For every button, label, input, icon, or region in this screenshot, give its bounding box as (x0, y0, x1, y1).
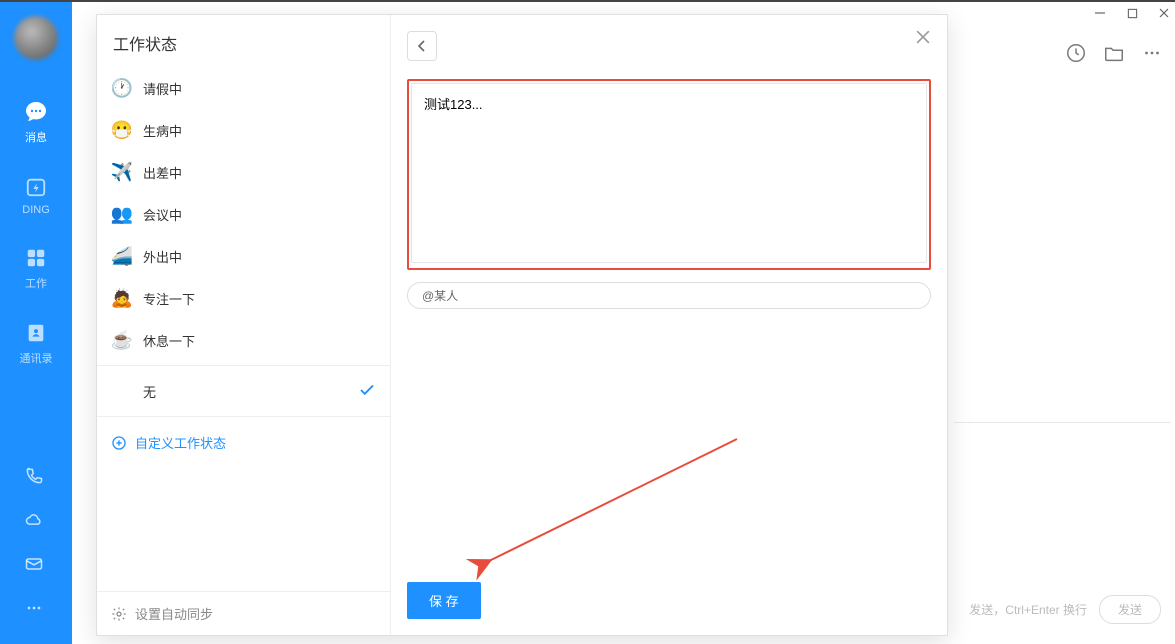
history-icon[interactable] (1065, 42, 1087, 64)
nav-ding[interactable]: DING (0, 165, 72, 236)
chat-divider (954, 422, 1171, 423)
main-area: 发送，Ctrl+Enter 换行 发送 工作状态 🕐 请假中 😷 生病中 (72, 2, 1175, 644)
kebab-icon[interactable] (1141, 42, 1163, 64)
status-item-sick[interactable]: 😷 生病中 (97, 109, 390, 151)
modal-left-panel: 工作状态 🕐 请假中 😷 生病中 ✈️ 出差中 👥 (97, 15, 391, 635)
address-book-icon (24, 321, 48, 345)
status-label: 生病中 (143, 121, 376, 140)
annotation-arrow-icon (407, 309, 927, 589)
status-item-rest[interactable]: ☕ 休息一下 (97, 319, 390, 361)
status-label: 休息一下 (143, 331, 376, 350)
airplane-icon: ✈️ (111, 161, 133, 183)
cloud-icon[interactable] (24, 510, 48, 534)
spacer (407, 309, 931, 582)
work-status-modal: 工作状态 🕐 请假中 😷 生病中 ✈️ 出差中 👥 (96, 14, 948, 636)
modal-title: 工作状态 (97, 15, 390, 67)
back-button[interactable] (407, 31, 437, 61)
status-label: 专注一下 (143, 289, 376, 308)
coffee-icon: ☕ (111, 329, 133, 351)
status-item-leave[interactable]: 🕐 请假中 (97, 67, 390, 109)
app-root: 消息 DING 工作 通讯录 (0, 0, 1175, 644)
divider (97, 416, 390, 417)
people-icon: 👥 (111, 203, 133, 225)
status-text-input[interactable] (411, 83, 927, 263)
empty-icon (111, 380, 133, 402)
calendar-bolt-icon (24, 175, 48, 199)
nav-label: 通讯录 (20, 350, 53, 366)
mention-button[interactable]: @某人 (407, 282, 931, 309)
close-modal-button[interactable] (913, 27, 933, 47)
settings-sync-label: 设置自动同步 (135, 604, 213, 623)
nav-label: DING (22, 204, 50, 216)
settings-auto-sync[interactable]: 设置自动同步 (97, 591, 390, 635)
folder-icon[interactable] (1103, 42, 1125, 64)
check-icon (358, 381, 376, 402)
sidebar: 消息 DING 工作 通讯录 (0, 2, 72, 644)
plus-circle-icon (111, 435, 127, 451)
save-button[interactable]: 保 存 (407, 582, 481, 619)
custom-status-label: 自定义工作状态 (135, 433, 226, 452)
status-item-business-trip[interactable]: ✈️ 出差中 (97, 151, 390, 193)
close-window-icon[interactable] (1157, 6, 1171, 20)
send-hint: 发送，Ctrl+Enter 换行 (969, 601, 1087, 618)
custom-status-button[interactable]: 自定义工作状态 (97, 421, 390, 464)
nav-contacts[interactable]: 通讯录 (0, 311, 72, 386)
nav-messages[interactable]: 消息 (0, 90, 72, 165)
divider (97, 365, 390, 366)
modal-right-panel: @某人 保 存 (391, 15, 947, 635)
status-label: 请假中 (143, 79, 376, 98)
more-icon[interactable] (24, 598, 48, 622)
status-label: 出差中 (143, 163, 376, 182)
send-button[interactable]: 发送 (1099, 595, 1161, 624)
status-label: 外出中 (143, 247, 376, 266)
status-list: 🕐 请假中 😷 生病中 ✈️ 出差中 👥 会议中 (97, 67, 390, 591)
gear-icon (111, 606, 127, 622)
chat-bubble-icon (24, 100, 48, 124)
window-controls (1093, 6, 1171, 20)
phone-icon[interactable] (24, 466, 48, 490)
status-item-out[interactable]: 🚄 外出中 (97, 235, 390, 277)
minimize-icon[interactable] (1093, 6, 1107, 20)
train-icon: 🚄 (111, 245, 133, 267)
status-item-focus[interactable]: 🙇 专注一下 (97, 277, 390, 319)
status-item-meeting[interactable]: 👥 会议中 (97, 193, 390, 235)
status-label: 会议中 (143, 205, 376, 224)
status-label: 无 (143, 382, 358, 401)
clock-icon: 🕐 (111, 77, 133, 99)
bow-person-icon: 🙇 (111, 287, 133, 309)
nav-label: 工作 (25, 275, 47, 291)
sick-face-icon: 😷 (111, 119, 133, 141)
nav-label: 消息 (25, 129, 47, 145)
maximize-icon[interactable] (1125, 6, 1139, 20)
status-text-highlight (407, 79, 931, 270)
header-action-icons (1065, 42, 1163, 64)
status-item-none[interactable]: 无 (97, 370, 390, 412)
sidebar-bottom (24, 456, 48, 644)
send-bar: 发送，Ctrl+Enter 换行 发送 (969, 595, 1161, 624)
avatar[interactable] (14, 16, 58, 60)
nav-work[interactable]: 工作 (0, 236, 72, 311)
apps-grid-icon (24, 246, 48, 270)
mail-icon[interactable] (24, 554, 48, 578)
